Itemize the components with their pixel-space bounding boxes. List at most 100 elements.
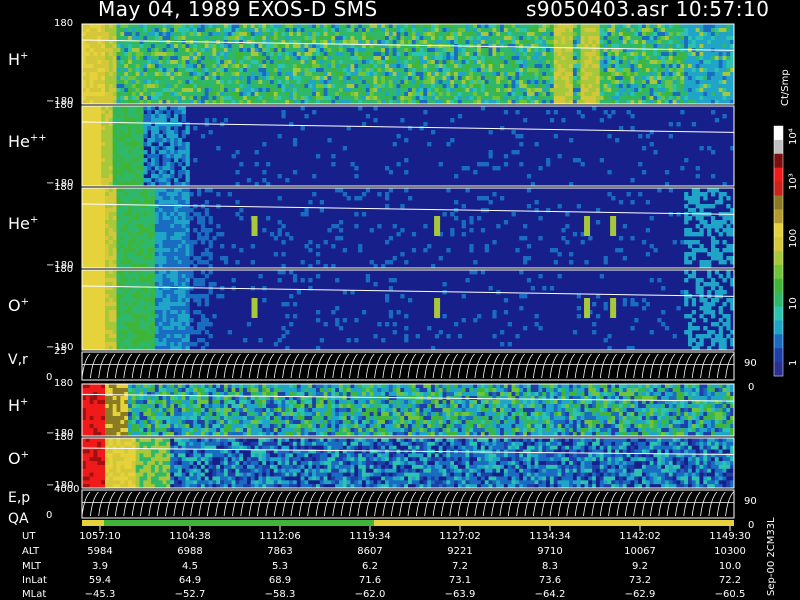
footer-value: 1112:06 xyxy=(259,531,301,542)
panel-lines-vr xyxy=(81,352,734,380)
footer-value: −62.9 xyxy=(624,589,656,600)
panel-label-he_pp: He++ xyxy=(8,132,47,151)
footer-value: −60.5 xyxy=(714,589,746,600)
footer-value: −45.3 xyxy=(84,589,116,600)
panel-lines-ep xyxy=(81,490,734,518)
footer-value: 1142:02 xyxy=(619,531,661,542)
footer-value: 9710 xyxy=(537,546,563,557)
footer-value: 5984 xyxy=(87,546,113,557)
ytick-bottom-ep: 0 xyxy=(46,510,53,521)
footer-value: 4.5 xyxy=(182,561,198,572)
colorbar-tick: 1 xyxy=(788,359,799,366)
footer-value: −63.9 xyxy=(444,589,476,600)
colorbar-swatch xyxy=(774,167,783,183)
panel-label-text: V,r xyxy=(8,352,28,368)
footer-value: 7863 xyxy=(267,546,293,557)
footer-value: 8.3 xyxy=(542,561,558,572)
ytick-top-o_plus2: 180 xyxy=(54,432,74,443)
panel-label-h_plus: H+ xyxy=(8,50,28,69)
colorbar-swatch xyxy=(774,195,783,210)
footer-label-mlat: MLat xyxy=(22,589,47,600)
footer-value: 72.2 xyxy=(718,575,742,586)
colorbar-swatch xyxy=(774,153,783,169)
colorbar-swatch xyxy=(774,237,783,252)
footer-value: 1057:10 xyxy=(79,531,121,542)
panel-label-ep: E,p xyxy=(8,490,30,506)
panel-heatmap-he_p xyxy=(81,188,735,269)
footer-value: −52.7 xyxy=(174,589,206,600)
footer-value: 1119:34 xyxy=(349,531,391,542)
ytick-top-vr: 25 xyxy=(54,346,67,357)
footer-value: 1127:02 xyxy=(439,531,481,542)
footer-value: 10.0 xyxy=(718,561,742,572)
right-tick-bottom-ep: 0 xyxy=(748,520,755,531)
footer-label-ut: UT xyxy=(22,531,36,542)
footer-value: 1134:34 xyxy=(529,531,571,542)
colorbar-swatch xyxy=(774,264,783,280)
footer-value: 71.6 xyxy=(358,575,382,586)
panel-heatmap-o_plus xyxy=(81,270,735,351)
footer-value: 59.4 xyxy=(88,575,112,586)
colorbar-swatch xyxy=(774,334,783,349)
panel-label-he_p: He+ xyxy=(8,214,38,233)
colorbar-tick: 10 xyxy=(788,297,799,310)
panel-heatmap-o_plus2 xyxy=(81,438,735,489)
footer-value: 73.1 xyxy=(448,575,472,586)
colorbar-swatch xyxy=(774,181,783,196)
colorbar-tick: 100 xyxy=(788,228,799,248)
footer-value: 6988 xyxy=(177,546,203,557)
footer-label-alt: ALT xyxy=(22,546,40,557)
footer-value: 5.3 xyxy=(272,561,288,572)
footer-value: −64.2 xyxy=(534,589,566,600)
panel-label-o_plus2: O+ xyxy=(8,449,29,468)
panel-label-sup: + xyxy=(20,449,29,461)
panel-label-text: He xyxy=(8,214,30,233)
ytick-top-h_plus: 180 xyxy=(54,18,74,29)
colorbar-swatch xyxy=(774,223,783,238)
colorbar-swatch xyxy=(774,139,783,155)
panel-label-text: E,p xyxy=(8,490,31,506)
footer-value: 9.2 xyxy=(632,561,648,572)
ytick-bottom-vr: 0 xyxy=(46,372,53,383)
panel-label-sup: ++ xyxy=(29,132,47,144)
footer-value: −62.0 xyxy=(354,589,386,600)
footer-value: 7.2 xyxy=(452,561,468,572)
panel-label-text: H xyxy=(8,396,21,415)
colorbar-swatch xyxy=(774,209,783,224)
panel-label-sup: + xyxy=(20,396,29,408)
right-tick-top-ep: 90 xyxy=(744,496,757,507)
colorbar-swatch xyxy=(774,251,783,266)
footer-value: 68.9 xyxy=(268,575,292,586)
colorbar-swatch xyxy=(774,348,783,363)
panel-label-sup: + xyxy=(20,296,29,308)
plot-svg xyxy=(81,23,784,531)
footer-value: 10300 xyxy=(714,546,746,557)
panel-label-vr: V,r xyxy=(8,352,28,368)
ytick-top-he_pp: 180 xyxy=(54,100,74,111)
right-tick-bottom-vr: 0 xyxy=(748,382,755,393)
panel-label-o_plus: O+ xyxy=(8,296,29,315)
panel-label-text: He xyxy=(8,132,30,151)
colorbar-unit: Ct/Smp xyxy=(780,69,791,106)
colorbar-swatch xyxy=(774,320,783,335)
qa-bar-good xyxy=(104,520,374,526)
colorbar xyxy=(773,125,784,377)
footer-value: 8607 xyxy=(357,546,383,557)
footer-value: 64.9 xyxy=(178,575,202,586)
panel-heatmap-h_plus2 xyxy=(81,384,735,437)
footer-value: 73.6 xyxy=(538,575,562,586)
colorbar-swatch xyxy=(774,292,783,308)
footer-value: 73.2 xyxy=(628,575,652,586)
panel-label-sup: + xyxy=(20,50,29,62)
footer-value: 6.2 xyxy=(362,561,378,572)
side-note: Sep-00 2CM33L xyxy=(766,517,777,596)
panel-heatmap-h_plus xyxy=(81,24,735,105)
panel-heatmap-he_pp xyxy=(81,106,735,187)
panel-label-sup: + xyxy=(29,214,39,226)
colorbar-tick: 10³ xyxy=(788,173,799,190)
footer-label-inlat: InLat xyxy=(22,575,47,586)
footer-value: 3.9 xyxy=(92,561,108,572)
colorbar-swatch xyxy=(774,278,783,294)
footer-value: 1149:30 xyxy=(709,531,751,542)
colorbar-swatch xyxy=(774,126,783,141)
